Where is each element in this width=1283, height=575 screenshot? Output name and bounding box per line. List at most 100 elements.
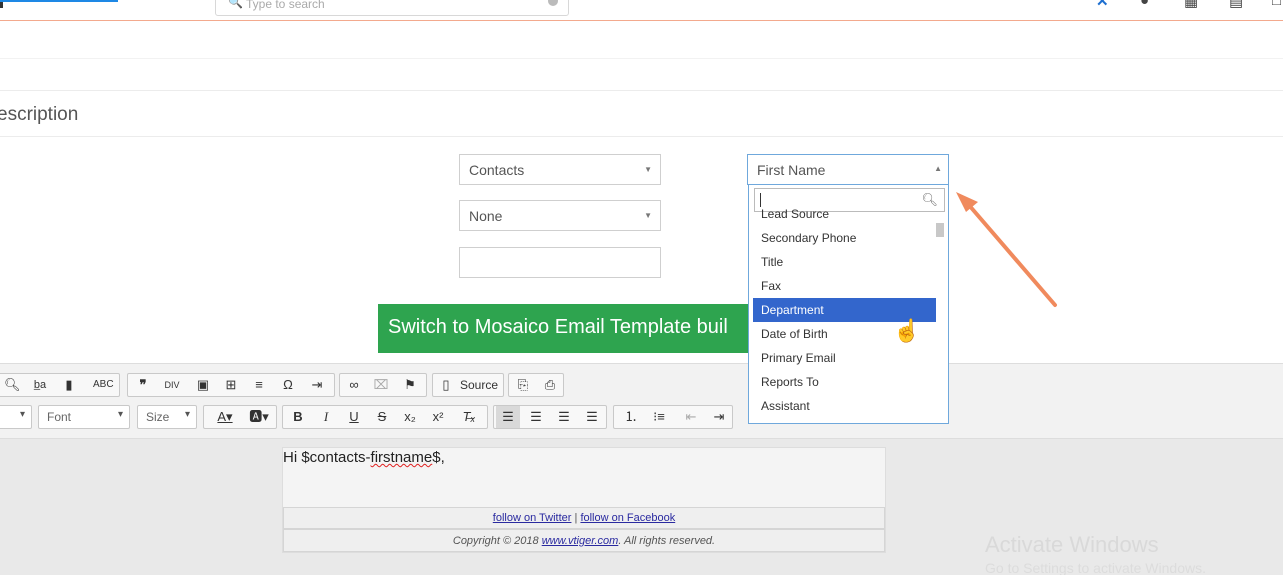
global-search[interactable]: 🔍 Type to search: [215, 0, 569, 16]
align-right-icon[interactable]: ☰: [552, 406, 576, 428]
divider: [0, 90, 1283, 91]
editor-toolbar: 🔍︎ b̲a ▮ ABC ❞ DIV ▣ ⊞ ≡ Ω ⇥ ∞ ⌧ ⚑ ▯ Sou…: [0, 363, 1283, 439]
copyright-suffix: . All rights reserved.: [618, 535, 716, 547]
numbered-list-icon[interactable]: ⒈: [620, 406, 642, 428]
dropdown-options: Lead Source Secondary Phone Title Fax De…: [749, 207, 948, 418]
dropdown-option[interactable]: Lead Source: [749, 202, 948, 226]
dropdown-scrollbar[interactable]: [936, 223, 944, 237]
section-title: escription: [0, 104, 79, 125]
source-icon: ▯: [442, 377, 450, 392]
greeting-variable: firstname: [370, 449, 433, 466]
facebook-link[interactable]: follow on Facebook: [580, 512, 675, 524]
special-char-icon[interactable]: Ω: [279, 374, 297, 396]
source-label: Source: [459, 378, 499, 392]
text-field[interactable]: [459, 247, 661, 278]
clear-search-icon[interactable]: [548, 0, 558, 6]
toolbar-group-find: 🔍︎ b̲a ▮ ABC: [0, 373, 120, 397]
anchor-icon[interactable]: ⚑: [400, 374, 420, 396]
second-select-value: None: [469, 208, 503, 224]
bullet-list-icon[interactable]: ⁝≡: [648, 406, 670, 428]
toolbar-group-templates: ⎘ ⎙: [508, 373, 564, 397]
format-combo[interactable]: ▾: [0, 405, 32, 429]
reports-icon[interactable]: ▤: [1229, 0, 1243, 10]
replace-icon[interactable]: b̲a: [30, 374, 50, 396]
greeting-text[interactable]: Hi $contacts-firstname$,: [283, 449, 445, 466]
toolbar-group-colors: A▾ 🅰▾: [203, 405, 277, 429]
bold-icon[interactable]: B: [289, 406, 307, 428]
table-icon[interactable]: ⊞: [222, 374, 240, 396]
add-icon[interactable]: ●: [1140, 0, 1149, 9]
twitter-link[interactable]: follow on Twitter: [493, 512, 572, 524]
indent-icon[interactable]: ⇥: [708, 406, 730, 428]
caret-up-icon: ▲: [934, 164, 942, 173]
select-all-icon[interactable]: ▮: [61, 374, 77, 396]
caret-down-icon: ▼: [644, 165, 652, 174]
underline-icon[interactable]: U: [345, 406, 363, 428]
field-dropdown-panel: 🔍︎ Lead Source Secondary Phone Title Fax…: [748, 185, 949, 424]
superscript-icon[interactable]: x²: [429, 406, 447, 428]
dropdown-option[interactable]: Primary Email: [749, 346, 948, 370]
search-icon: 🔍: [228, 0, 243, 9]
subscript-icon[interactable]: x₂: [401, 406, 419, 428]
field-select-value: First Name: [757, 162, 826, 178]
module-select[interactable]: Contacts ▼: [459, 154, 661, 185]
font-combo[interactable]: Font ▾: [38, 405, 130, 429]
chevron-down-icon: ▾: [184, 409, 190, 420]
dropdown-option[interactable]: Title: [749, 250, 948, 274]
dropdown-option[interactable]: Reports To: [749, 370, 948, 394]
field-select[interactable]: First Name ▲: [747, 154, 949, 185]
user-icon[interactable]: □: [1272, 0, 1281, 9]
caret-down-icon: ▼: [644, 211, 652, 220]
activate-windows-watermark: Activate Windows: [985, 532, 1159, 557]
toolbar-group-basic-styles: B I U S x₂ x² T̶ₓ: [282, 405, 488, 429]
align-center-icon[interactable]: ☰: [524, 406, 548, 428]
find-icon[interactable]: 🔍︎: [4, 374, 21, 396]
image-icon[interactable]: ▣: [194, 374, 212, 396]
templates-icon[interactable]: ⎘: [513, 374, 533, 396]
search-placeholder: Type to search: [246, 0, 325, 11]
source-button[interactable]: ▯ Source: [432, 373, 504, 397]
outdent-icon[interactable]: ⇤: [680, 406, 702, 428]
greeting-suffix: $,: [432, 449, 445, 466]
dropdown-option[interactable]: Fax: [749, 274, 948, 298]
size-combo[interactable]: Size ▾: [137, 405, 197, 429]
blockquote-icon[interactable]: ❞: [134, 374, 152, 396]
spellcheck-icon[interactable]: ABC: [93, 374, 114, 396]
remove-format-icon[interactable]: T̶ₓ: [459, 406, 479, 428]
strike-icon[interactable]: S: [373, 406, 391, 428]
toolbar-group-lists: ⒈ ⁝≡ ⇤ ⇥: [613, 405, 733, 429]
activate-windows-subtext: Go to Settings to activate Windows.: [985, 560, 1206, 575]
justify-icon[interactable]: ☰: [580, 406, 604, 428]
preview-icon[interactable]: ⎙: [540, 374, 560, 396]
active-tab-indicator: [0, 0, 118, 2]
divider: [0, 136, 1283, 137]
module-select-value: Contacts: [469, 162, 525, 178]
top-navbar: 🔍 Type to search ✕ ● ▦ ▤ □: [0, 0, 1283, 21]
unlink-icon[interactable]: ⌧: [371, 374, 391, 396]
div-container-icon[interactable]: DIV: [162, 374, 182, 396]
horizontal-line-icon[interactable]: ≡: [250, 374, 268, 396]
text-color-icon[interactable]: A▾: [210, 406, 240, 428]
link-icon[interactable]: ∞: [344, 374, 364, 396]
bg-color-icon[interactable]: 🅰▾: [244, 406, 274, 428]
page-break-icon[interactable]: ⇥: [307, 374, 327, 396]
chevron-down-icon: ▾: [19, 409, 25, 420]
italic-icon[interactable]: I: [317, 406, 335, 428]
divider: [0, 58, 1283, 59]
vtiger-x-icon[interactable]: ✕: [1096, 0, 1109, 10]
dropdown-option[interactable]: Assistant: [749, 394, 948, 418]
copyright-row: Copyright © 2018 www.vtiger.com. All rig…: [283, 529, 885, 552]
calendar-icon[interactable]: ▦: [1184, 0, 1198, 10]
second-select[interactable]: None ▼: [459, 200, 661, 231]
social-links-row: follow on Twitter | follow on Facebook: [283, 507, 885, 529]
font-label: Font: [47, 410, 72, 424]
link-separator: |: [574, 512, 578, 524]
toolbar-group-link: ∞ ⌧ ⚑: [339, 373, 427, 397]
switch-to-mosaico-button[interactable]: Switch to Mosaico Email Template buil: [378, 304, 750, 353]
size-label: Size: [146, 410, 170, 424]
hand-cursor-icon: ☝: [893, 318, 921, 343]
greeting-prefix: Hi $contacts-: [283, 449, 371, 466]
align-left-icon[interactable]: ☰: [496, 406, 520, 428]
dropdown-option[interactable]: Secondary Phone: [749, 226, 948, 250]
vtiger-link[interactable]: www.vtiger.com: [542, 535, 619, 547]
